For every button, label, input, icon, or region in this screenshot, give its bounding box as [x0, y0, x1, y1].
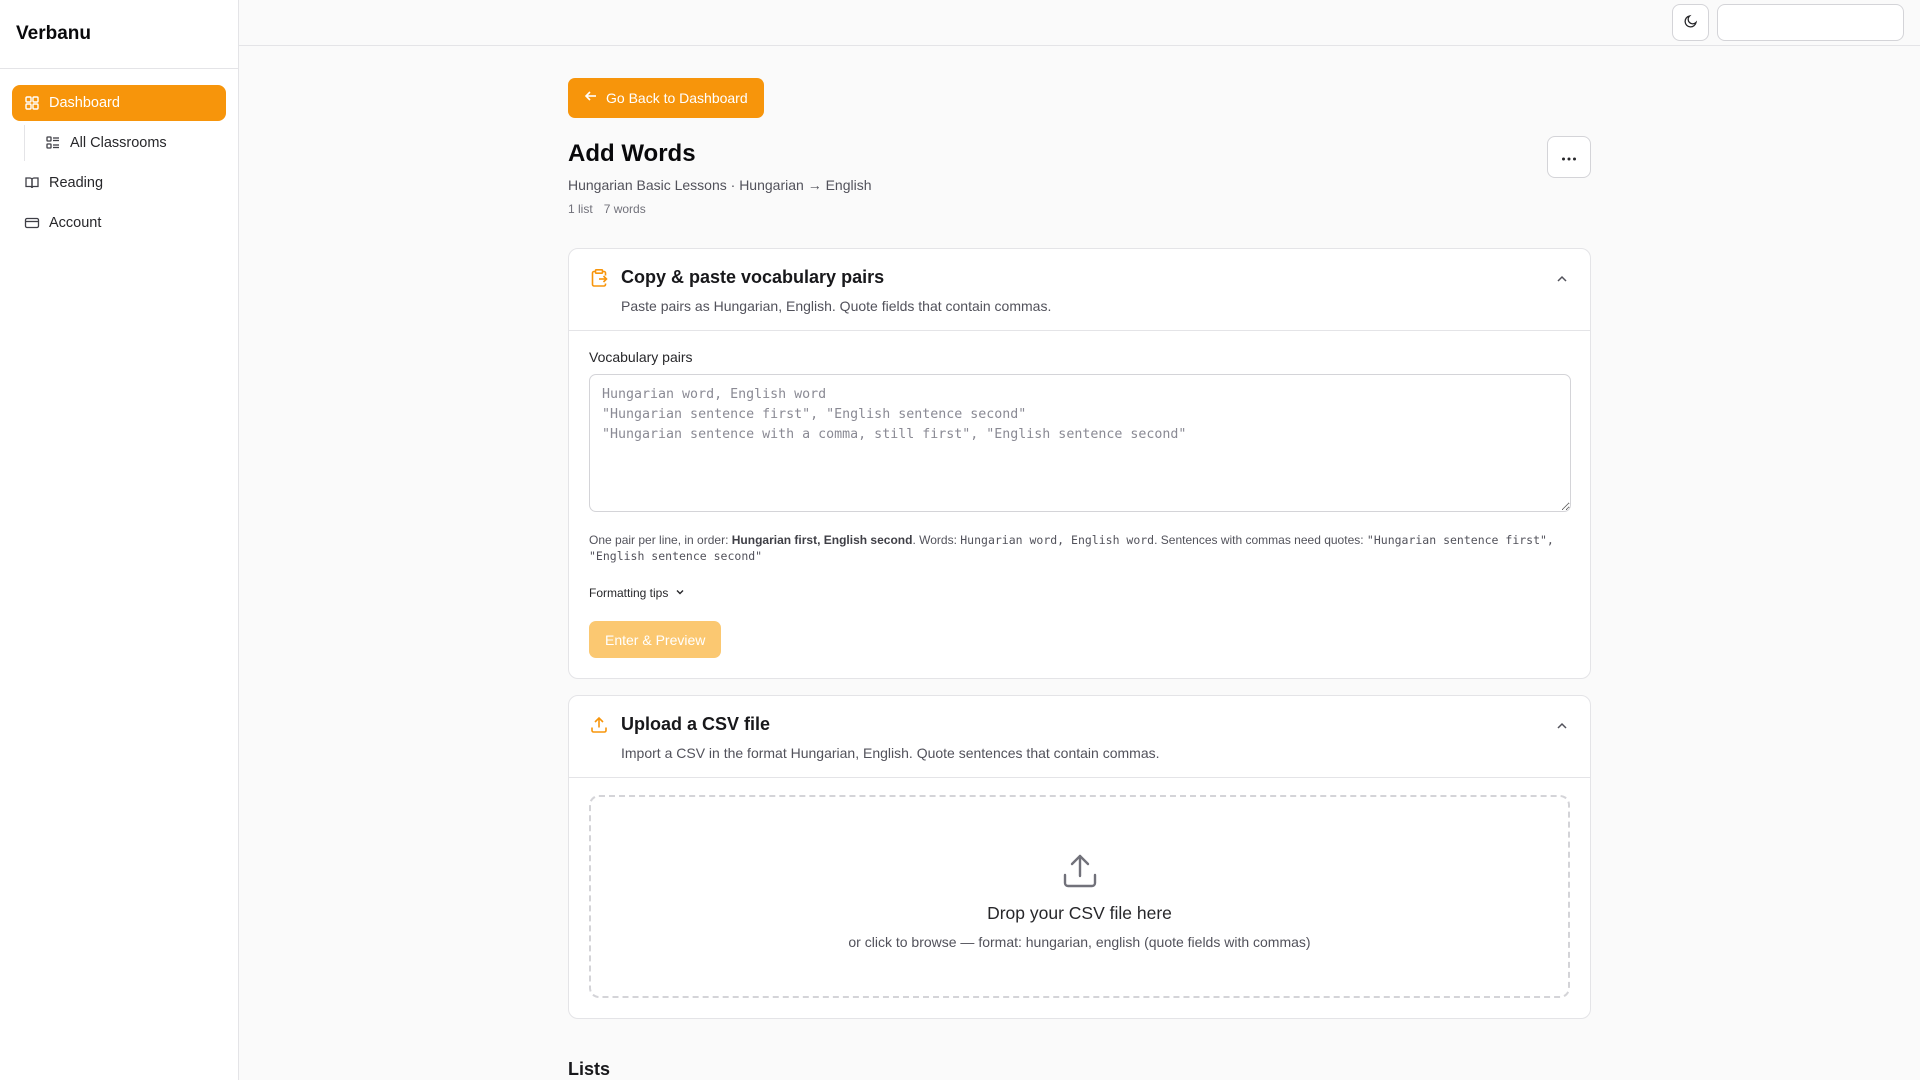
top-bar: [239, 0, 1920, 46]
formatting-tips-toggle[interactable]: Formatting tips: [589, 586, 686, 601]
moon-icon: [1683, 13, 1699, 32]
arrow-left-icon: [584, 89, 598, 106]
credit-card-icon: [24, 215, 40, 231]
page-subtitle: Hungarian Basic Lessons · Hungarian → En…: [568, 176, 872, 193]
sidebar-item-label: All Classrooms: [70, 135, 167, 151]
lists-count: 1 list: [568, 201, 593, 216]
upload-card-header[interactable]: Upload a CSV file Import a CSV in the fo…: [569, 696, 1590, 778]
sidebar-item-all-classrooms[interactable]: All Classrooms: [33, 125, 226, 161]
dropzone-subtitle: or click to browse — format: hungarian, …: [848, 933, 1311, 950]
help-text-part: . Sentences with commas need quotes:: [1154, 532, 1367, 547]
paste-card-header[interactable]: Copy & paste vocabulary pairs Paste pair…: [569, 249, 1590, 331]
page-meta: 1 list 7 words: [568, 202, 872, 216]
sidebar-item-account[interactable]: Account: [12, 205, 226, 241]
upload-csv-card: Upload a CSV file Import a CSV in the fo…: [568, 695, 1591, 1019]
enter-preview-button[interactable]: Enter & Preview: [589, 621, 722, 658]
more-horizontal-icon: [1561, 149, 1577, 164]
help-text-part: One pair per line, in order:: [589, 532, 732, 547]
upload-card-title: Upload a CSV file: [621, 714, 771, 734]
upload-card-description: Import a CSV in the format Hungarian, En…: [621, 745, 1160, 761]
help-text-bold: Hungarian first, English second: [731, 532, 913, 547]
sidebar-subnav: All Classrooms: [24, 125, 226, 161]
sidebar: Verbanu Dashboard All Classrooms Reading…: [0, 0, 239, 1080]
formatting-tips-label: Formatting tips: [589, 586, 669, 600]
vocabulary-pairs-input[interactable]: [589, 373, 1571, 512]
app-brand[interactable]: Verbanu: [0, 0, 238, 69]
sidebar-item-dashboard[interactable]: Dashboard: [12, 85, 226, 121]
help-code-example: Hungarian word, English word: [960, 532, 1155, 547]
sidebar-item-label: Reading: [49, 175, 104, 191]
vocabulary-pairs-label: Vocabulary pairs: [589, 348, 693, 365]
paste-card-description: Paste pairs as Hungarian, English. Quote…: [621, 297, 1052, 314]
words-count: 7 words: [603, 201, 646, 216]
paste-card-title: Copy & paste vocabulary pairs: [621, 266, 885, 287]
lists-section-title: Lists: [568, 1059, 611, 1079]
sidebar-item-label: Dashboard: [49, 95, 120, 111]
more-options-button[interactable]: [1547, 135, 1591, 178]
format-help-text: One pair per line, in order: Hungarian f…: [589, 532, 1571, 564]
chevron-up-icon[interactable]: [1554, 271, 1570, 287]
paste-vocabulary-card: Copy & paste vocabulary pairs Paste pair…: [568, 247, 1591, 679]
page-header: Add Words Hungarian Basic Lessons · Hung…: [568, 135, 1591, 216]
layout-grid-icon: [24, 95, 40, 111]
list-icon: [45, 135, 61, 151]
upload-icon: [589, 715, 609, 735]
theme-toggle-button[interactable]: [1672, 3, 1709, 41]
dropzone-title: Drop your CSV file here: [987, 902, 1172, 923]
page-title: Add Words: [568, 139, 696, 167]
paste-card-body: Vocabulary pairs One pair per line, in o…: [569, 331, 1590, 679]
back-button-label: Go Back to Dashboard: [606, 89, 748, 106]
sidebar-item-reading[interactable]: Reading: [12, 165, 226, 201]
main-area: Go Back to Dashboard Add Words Hungarian…: [239, 0, 1920, 1080]
sidebar-item-label: Account: [49, 215, 102, 231]
help-text-part: . Words:: [912, 532, 961, 547]
sidebar-nav: Dashboard All Classrooms Reading Account: [0, 69, 238, 261]
back-to-dashboard-button[interactable]: Go Back to Dashboard: [568, 77, 764, 118]
book-open-icon: [24, 175, 40, 191]
csv-dropzone[interactable]: Drop your CSV file here or click to brow…: [589, 795, 1570, 998]
clipboard-paste-icon: [589, 268, 609, 288]
user-menu-button[interactable]: [1717, 3, 1904, 41]
chevron-down-icon: [674, 586, 686, 601]
upload-icon: [1061, 852, 1099, 890]
page-content: Go Back to Dashboard Add Words Hungarian…: [239, 46, 1920, 1080]
chevron-up-icon[interactable]: [1554, 718, 1570, 734]
